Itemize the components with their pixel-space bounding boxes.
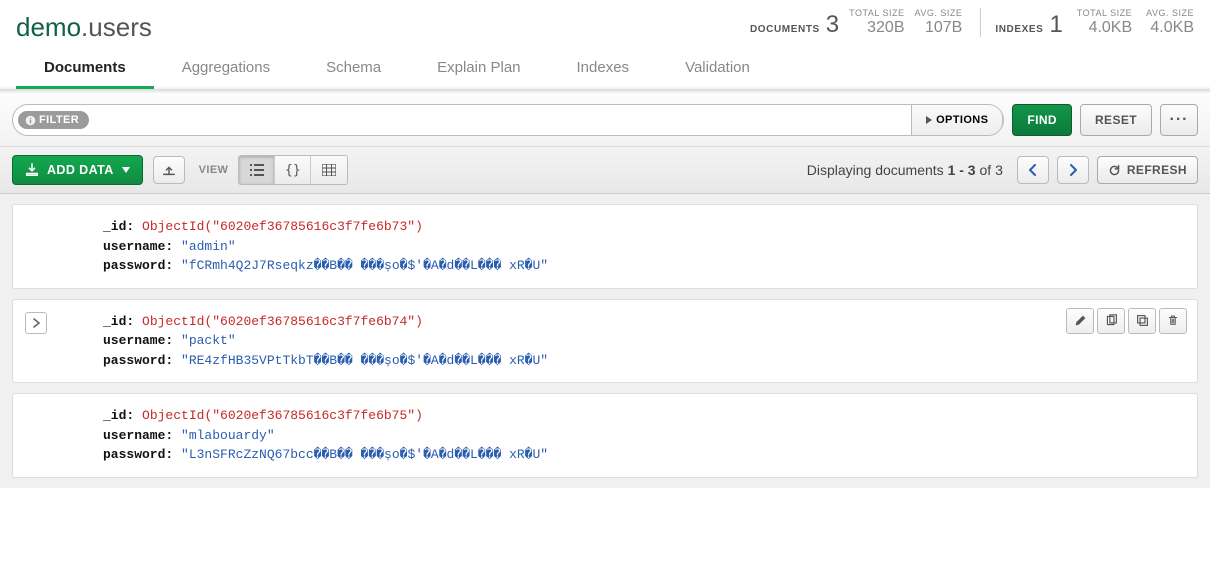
view-label: VIEW <box>199 164 229 176</box>
copy-icon <box>1105 314 1118 327</box>
doc-id: ObjectId("6020ef36785616c3f7fe6b73") <box>142 219 423 234</box>
view-mode-group: {} <box>238 155 348 185</box>
find-button[interactable]: FIND <box>1012 104 1072 136</box>
idx-avg-size: 4.0KB <box>1150 18 1194 37</box>
list-icon <box>250 164 264 176</box>
tab-aggregations[interactable]: Aggregations <box>154 47 298 89</box>
expand-button[interactable] <box>25 312 47 334</box>
chevron-right-icon <box>1069 164 1077 176</box>
doc-total-size-label: TOTAL SIZE <box>849 8 904 18</box>
ellipsis-icon: ··· <box>1170 111 1189 129</box>
documents-count: 3 <box>826 13 839 37</box>
page-next-button[interactable] <box>1057 156 1089 184</box>
doc-password: "L3nSFRcZzNQ67bcc��B�� ���șo�$'�A�d��L��… <box>181 447 548 462</box>
copy-button[interactable] <box>1097 308 1125 334</box>
database-name: demo <box>16 12 81 43</box>
document-toolbar: ADD DATA VIEW {} Displaying documents 1 … <box>0 147 1210 194</box>
doc-total-size: 320B <box>867 18 904 37</box>
doc-id: ObjectId("6020ef36785616c3f7fe6b75") <box>142 408 423 423</box>
export-icon <box>162 163 176 177</box>
doc-username: "packt" <box>181 333 236 348</box>
refresh-icon <box>1108 164 1121 177</box>
idx-total-size: 4.0KB <box>1089 18 1133 37</box>
doc-avg-size-label: AVG. SIZE <box>915 8 963 18</box>
more-button[interactable]: ··· <box>1160 104 1198 136</box>
filter-input-wrap: FILTER OPTIONS <box>12 104 1004 136</box>
reset-button[interactable]: RESET <box>1080 104 1152 136</box>
doc-password: "RE4zfHB35VPtTkbT��B�� ���șo�$'�A�d��L��… <box>181 353 548 368</box>
chevron-left-icon <box>1029 164 1037 176</box>
refresh-button[interactable]: REFRESH <box>1097 156 1198 184</box>
document-row[interactable]: _id: ObjectId("6020ef36785616c3f7fe6b75"… <box>12 393 1198 478</box>
table-icon <box>322 164 336 176</box>
doc-username: "admin" <box>181 239 236 254</box>
download-icon <box>25 163 39 177</box>
tab-schema[interactable]: Schema <box>298 47 409 89</box>
braces-icon: {} <box>285 163 301 178</box>
tab-validation[interactable]: Validation <box>657 47 778 89</box>
chevron-right-icon <box>33 318 40 328</box>
row-actions <box>1066 308 1187 334</box>
documents-label: DOCUMENTS <box>750 24 820 35</box>
paging-text: Displaying documents 1 - 3 of 3 <box>807 162 1003 178</box>
tab-bar: Documents Aggregations Schema Explain Pl… <box>0 47 1210 90</box>
doc-password: "fCRmh4Q2J7Rseqkz��B�� ���șo�$'�A�d��L��… <box>181 258 548 273</box>
info-icon <box>25 115 36 126</box>
edit-button[interactable] <box>1066 308 1094 334</box>
filter-tag: FILTER <box>18 111 89 129</box>
stats-bar: DOCUMENTS 3 TOTAL SIZE 320B AVG. SIZE 10… <box>750 8 1194 43</box>
collection-title: demo.users <box>16 12 152 43</box>
doc-avg-size: 107B <box>925 18 962 37</box>
indexes-label: INDEXES <box>995 24 1043 35</box>
clone-button[interactable] <box>1128 308 1156 334</box>
caret-right-icon <box>926 116 932 124</box>
tab-documents[interactable]: Documents <box>16 47 154 89</box>
pencil-icon <box>1074 314 1087 327</box>
doc-username: "mlabouardy" <box>181 428 275 443</box>
filter-bar: FILTER OPTIONS FIND RESET ··· <box>0 94 1210 147</box>
idx-avg-size-label: AVG. SIZE <box>1146 8 1194 18</box>
options-button[interactable]: OPTIONS <box>911 104 1003 136</box>
add-data-button[interactable]: ADD DATA <box>12 155 143 185</box>
export-button[interactable] <box>153 156 185 184</box>
document-row[interactable]: _id: ObjectId("6020ef36785616c3f7fe6b74"… <box>12 299 1198 384</box>
idx-total-size-label: TOTAL SIZE <box>1077 8 1132 18</box>
view-json-button[interactable]: {} <box>275 156 311 184</box>
doc-id: ObjectId("6020ef36785616c3f7fe6b74") <box>142 314 423 329</box>
document-list: _id: ObjectId("6020ef36785616c3f7fe6b73"… <box>0 194 1210 488</box>
indexes-count: 1 <box>1049 13 1062 37</box>
view-table-button[interactable] <box>311 156 347 184</box>
document-row[interactable]: _id: ObjectId("6020ef36785616c3f7fe6b73"… <box>12 204 1198 289</box>
tab-indexes[interactable]: Indexes <box>549 47 658 89</box>
caret-down-icon <box>122 167 130 173</box>
page-prev-button[interactable] <box>1017 156 1049 184</box>
tab-explain-plan[interactable]: Explain Plan <box>409 47 548 89</box>
filter-input[interactable] <box>89 105 912 135</box>
clone-icon <box>1136 314 1149 327</box>
delete-button[interactable] <box>1159 308 1187 334</box>
collection-name: users <box>88 12 152 43</box>
trash-icon <box>1167 314 1179 327</box>
view-list-button[interactable] <box>239 156 275 184</box>
